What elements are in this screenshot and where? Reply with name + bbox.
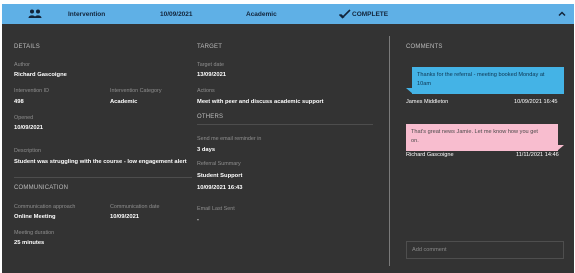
actions-label: Actions xyxy=(197,88,215,94)
comment-timestamp: 10/09/2021 16:45 xyxy=(514,99,558,105)
communication-date-value: 10/09/2021 xyxy=(110,214,140,220)
details-section-title: DETAILS xyxy=(14,44,40,50)
author-value: Richard Gascoigne xyxy=(14,72,67,78)
intervention-header[interactable]: Intervention 10/09/2021 Academic COMPLET… xyxy=(2,4,574,24)
comment-text: 10am xyxy=(417,81,431,87)
comment-text: Thanks for the referral - meeting booked… xyxy=(417,72,545,78)
communication-section-title: COMMUNICATION xyxy=(14,185,69,191)
author-label: Author xyxy=(14,62,30,68)
communication-date-label: Communication date xyxy=(110,204,160,210)
target-date-label: Target date xyxy=(197,62,224,68)
opened-value: 10/09/2021 xyxy=(14,125,44,131)
comment-bubble: Thanks for the referral - meeting booked… xyxy=(412,67,564,94)
opened-label: Opened xyxy=(14,115,34,121)
column-divider xyxy=(389,36,390,266)
comment-bubble: That's great news Jamie. Let me know how… xyxy=(406,124,558,151)
bubble-tail xyxy=(557,145,564,151)
comments-section-title: COMMENTS xyxy=(406,44,443,50)
email-last-sent-value: - xyxy=(197,217,199,223)
intervention-category-label: Intervention Category xyxy=(110,88,162,94)
comment-author: Richard Gascoigne xyxy=(406,152,454,158)
people-group-icon xyxy=(28,9,42,19)
actions-value: Meet with peer and discuss academic supp… xyxy=(197,99,324,105)
target-section-title: TARGET xyxy=(197,44,223,50)
description-label: Description xyxy=(14,148,41,154)
divider xyxy=(14,177,192,178)
comment-text: on. xyxy=(411,138,419,144)
communication-approach-value: Online Meeting xyxy=(14,214,56,220)
header-type: Intervention xyxy=(68,11,106,18)
referral-summary-label: Referral Summary xyxy=(197,161,241,167)
header-date: 10/09/2021 xyxy=(160,11,193,18)
intervention-id-value: 498 xyxy=(14,99,24,105)
divider xyxy=(197,124,373,125)
referral-summary-datetime: 10/09/2021 16:43 xyxy=(197,185,243,191)
comment-author: James Middleton xyxy=(406,99,449,105)
target-date-value: 13/09/2021 xyxy=(197,72,227,78)
meeting-duration-label: Meeting duration xyxy=(14,230,55,236)
header-category: Academic xyxy=(246,11,277,18)
referral-summary-value: Student Support xyxy=(197,173,243,179)
chevron-up-icon[interactable] xyxy=(558,10,566,18)
communication-approach-label: Communication approach xyxy=(14,204,76,210)
intervention-id-label: Intervention ID xyxy=(14,88,50,94)
comment-text: That's great news Jamie. Let me know how… xyxy=(411,129,538,135)
email-reminder-value: 3 days xyxy=(197,147,216,153)
intervention-category-value: Academic xyxy=(110,99,138,105)
intervention-card: Intervention 10/09/2021 Academic COMPLET… xyxy=(2,4,574,273)
add-comment-input[interactable] xyxy=(406,241,564,259)
email-reminder-label: Send me email reminder in xyxy=(197,136,262,142)
email-last-sent-label: Email Last Sent xyxy=(197,206,235,212)
others-section-title: OTHERS xyxy=(197,114,224,120)
bubble-tail xyxy=(406,88,413,94)
description-value: Student was struggling with the course -… xyxy=(14,159,187,165)
checkmark-icon xyxy=(338,9,351,19)
meeting-duration-value: 25 minutes xyxy=(14,240,45,246)
header-status: COMPLETE xyxy=(352,11,389,18)
comment-timestamp: 11/11/2021 14:46 xyxy=(516,152,559,158)
